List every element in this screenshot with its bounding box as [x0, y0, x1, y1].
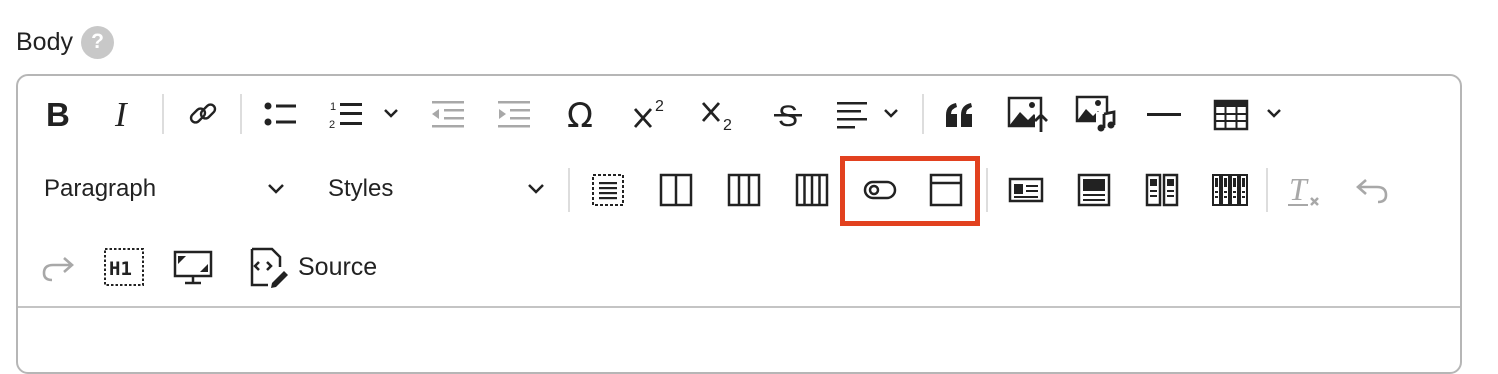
- text-box-icon[interactable]: [586, 168, 630, 212]
- window-icon[interactable]: [924, 168, 968, 212]
- superscript-icon[interactable]: 2: [628, 92, 676, 136]
- source-button[interactable]: Source: [246, 244, 386, 290]
- remove-format-icon[interactable]: T: [1282, 168, 1326, 212]
- svg-text:B: B: [46, 97, 70, 131]
- editor-content-area[interactable]: [18, 308, 1460, 368]
- horizontal-line-icon[interactable]: [1142, 92, 1186, 136]
- indent-icon[interactable]: [492, 92, 536, 136]
- toolbar-separator: [162, 94, 164, 134]
- paragraph-select-value: Paragraph: [44, 175, 157, 202]
- redo-icon[interactable]: [36, 246, 80, 290]
- chevron-down-icon: [268, 184, 284, 194]
- toolbar-separator: [1266, 168, 1268, 212]
- svg-text:H1: H1: [109, 258, 132, 280]
- four-cards-icon[interactable]: [1208, 168, 1252, 212]
- insert-image-icon[interactable]: [1004, 92, 1052, 136]
- bulleted-list-icon[interactable]: [258, 92, 302, 136]
- outdent-icon[interactable]: [426, 92, 470, 136]
- styles-select[interactable]: Styles: [328, 172, 546, 206]
- svg-text:2: 2: [655, 98, 664, 115]
- field-label: Body ?: [16, 22, 114, 62]
- italic-icon[interactable]: I: [104, 92, 144, 136]
- svg-text:I: I: [114, 97, 129, 131]
- toolbar-separator: [922, 94, 924, 134]
- svg-text:2: 2: [329, 119, 335, 131]
- subscript-icon[interactable]: 2: [696, 92, 744, 136]
- presentation-icon[interactable]: [170, 244, 216, 290]
- undo-icon[interactable]: [1350, 168, 1394, 212]
- link-icon[interactable]: [181, 92, 225, 136]
- styles-select-value: Styles: [328, 175, 394, 202]
- svg-text:Ω: Ω: [567, 97, 593, 131]
- svg-text:2: 2: [723, 117, 732, 131]
- insert-media-icon[interactable]: [1072, 92, 1120, 136]
- hero-card-icon[interactable]: [1072, 168, 1116, 212]
- svg-text:1: 1: [330, 101, 336, 113]
- source-label: Source: [298, 252, 378, 281]
- four-columns-icon[interactable]: [790, 168, 834, 212]
- toolbar-separator: [240, 94, 242, 134]
- chevron-down-icon: [528, 184, 544, 194]
- field-label-text: Body: [16, 27, 73, 56]
- two-cards-icon[interactable]: [1140, 168, 1184, 212]
- bold-icon[interactable]: B: [38, 92, 78, 136]
- alignment-icon[interactable]: [832, 92, 908, 136]
- numbered-list-icon[interactable]: 1 2: [322, 92, 406, 136]
- special-characters-icon[interactable]: Ω: [561, 92, 605, 136]
- media-card-icon[interactable]: [1004, 168, 1048, 212]
- two-columns-icon[interactable]: [654, 168, 698, 212]
- table-icon[interactable]: [1210, 92, 1288, 136]
- paragraph-select[interactable]: Paragraph: [44, 172, 286, 206]
- rich-text-editor: B I 1 2 Ω 2 2 S Paragraph Styles T H1 So…: [16, 74, 1462, 374]
- blockquote-icon[interactable]: [938, 92, 982, 136]
- toggle-icon[interactable]: [858, 168, 902, 212]
- help-icon[interactable]: ?: [80, 25, 114, 59]
- strikethrough-icon[interactable]: S: [766, 92, 810, 136]
- source-icon: [250, 247, 288, 288]
- three-columns-icon[interactable]: [722, 168, 766, 212]
- toolbar-separator: [986, 168, 988, 212]
- toolbar-separator: [568, 168, 570, 212]
- svg-text:T: T: [1289, 172, 1309, 207]
- heading-h1-icon[interactable]: H1: [102, 244, 146, 290]
